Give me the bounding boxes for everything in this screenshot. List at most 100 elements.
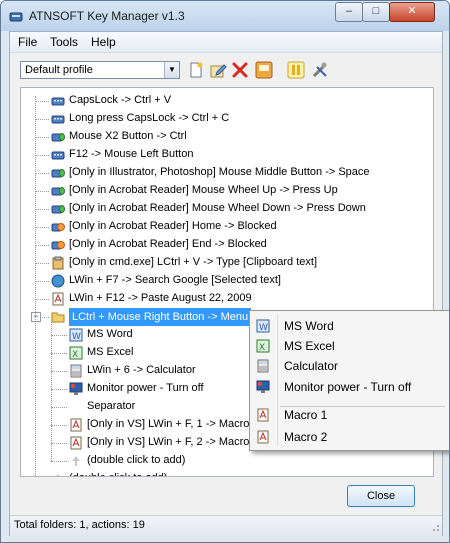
mouse-icon: [51, 184, 65, 198]
excel-icon: X: [69, 346, 83, 360]
tree-item-label-f12-mouse-left-button: F12 -> Mouse Left Button: [69, 148, 194, 160]
tree-item-label-only-in-acrobat-reader-home-blocked: [Only in Acrobat Reader] Home -> Blocked: [69, 220, 277, 232]
close-window-button[interactable]: ✕: [389, 2, 435, 22]
window-title: ATNSOFT Key Manager v1.3: [29, 9, 185, 23]
app-window: ATNSOFT Key Manager v1.3 – □ ✕ File Tool…: [0, 0, 450, 543]
keyboard-icon: [51, 148, 65, 162]
tree-row[interactable]: [Only in Illustrator, Photoshop] Mouse M…: [21, 164, 431, 182]
word-icon: W: [256, 319, 270, 333]
calculator-icon: [69, 364, 83, 378]
tree-row[interactable]: Long press CapsLock -> Ctrl + C: [21, 110, 431, 128]
globe-icon: [51, 274, 65, 288]
tree-item-label-ms-word: MS Word: [87, 328, 133, 340]
tree-row[interactable]: LWin + F12 -> Paste August 22, 2009: [21, 290, 431, 308]
tree-item-label-only-in-vs-lwin-f-2-macro-2: [Only in VS] LWin + F, 2 -> Macro 2: [87, 436, 259, 448]
mouse-icon: [51, 166, 65, 180]
title-bar[interactable]: ATNSOFT Key Manager v1.3 – □ ✕: [1, 1, 449, 31]
popup-item-label: MS Excel: [284, 339, 335, 353]
add-arrow-icon: [69, 454, 83, 468]
tree-item-label-only-in-vs-lwin-f-1-macro-1: [Only in VS] LWin + F, 1 -> Macro 1: [87, 418, 259, 430]
tree-row[interactable]: CapsLock -> Ctrl + V: [21, 92, 431, 110]
popup-item-macro-1[interactable]: Macro 1: [250, 405, 449, 425]
tree-connector: [51, 461, 67, 462]
tree-connector: [35, 173, 49, 174]
text-macro-icon: [69, 418, 83, 432]
tree-connector: [35, 101, 49, 102]
svg-text:W: W: [72, 332, 81, 342]
key-icon[interactable]: [254, 60, 274, 80]
maximize-button[interactable]: □: [362, 2, 390, 22]
menu-tools[interactable]: Tools: [50, 35, 78, 49]
tree-item-label-lwin-f12-paste-august-22-2009: LWin + F12 -> Paste August 22, 2009: [69, 292, 252, 304]
tree-row[interactable]: Mouse X2 Button -> Ctrl: [21, 128, 431, 146]
status-text: Total folders: 1, actions: 19: [14, 519, 145, 531]
toolbar: Default profile ▼: [10, 53, 442, 87]
tree-row[interactable]: [Only in Acrobat Reader] Mouse Wheel Up …: [21, 182, 431, 200]
tree-connector: [51, 353, 67, 354]
chevron-down-icon[interactable]: ▼: [164, 62, 179, 78]
profile-dropdown[interactable]: Default profile ▼: [20, 61, 180, 79]
tree-row[interactable]: LWin + F7 -> Search Google [Selected tex…: [21, 272, 431, 290]
tree-item-label-only-in-acrobat-reader-end-blocked: [Only in Acrobat Reader] End -> Blocked: [69, 238, 267, 250]
svg-text:X: X: [259, 343, 265, 353]
popup-item-label: Calculator: [284, 359, 339, 373]
popup-item-monitor-power-turn-off[interactable]: Monitor power - Turn off: [250, 377, 449, 397]
edit-icon[interactable]: [208, 60, 228, 80]
tree-connector: [35, 227, 49, 228]
minimize-button[interactable]: –: [335, 2, 363, 22]
tree-connector: [35, 191, 49, 192]
tree-row[interactable]: [Only in Acrobat Reader] End -> Blocked: [21, 236, 431, 254]
tree-item-label-separator: Separator: [87, 400, 136, 412]
tree-item-label-long-press-capslock-ctrl-c: Long press CapsLock -> Ctrl + C: [69, 112, 230, 124]
tree-connector: [51, 407, 67, 408]
tree-row[interactable]: [Only in cmd.exe] LCtrl + V -> Type [Cli…: [21, 254, 431, 272]
word-icon: W: [69, 328, 83, 342]
tree-item-label-lwin-f7-search-google-selected-text: LWin + F7 -> Search Google [Selected tex…: [69, 274, 281, 286]
popup-item-label: MS Word: [284, 319, 334, 333]
client-area: File Tools Help Default profile ▼ CapsLo…: [9, 31, 443, 536]
new-item-icon[interactable]: [186, 60, 206, 80]
tree-child-row[interactable]: (double click to add): [21, 452, 431, 470]
collapse-icon[interactable]: −: [31, 312, 41, 322]
text-macro-icon: [256, 430, 270, 444]
monitor-icon: [256, 380, 270, 394]
keyboard-icon: [51, 112, 65, 126]
tree-row[interactable]: [Only in Acrobat Reader] Home -> Blocked: [21, 218, 431, 236]
profile-value: Default profile: [25, 64, 93, 76]
status-bar: Total folders: 1, actions: 19: [10, 515, 442, 536]
tree-item-label-only-in-acrobat-reader-mouse-wheel-up-pr: [Only in Acrobat Reader] Mouse Wheel Up …: [69, 184, 338, 196]
popup-item-ms-excel[interactable]: X MS Excel: [250, 336, 449, 356]
folder-icon: [51, 310, 65, 324]
tree-connector: [35, 119, 49, 120]
delete-icon[interactable]: [230, 60, 250, 80]
menu-help[interactable]: Help: [91, 35, 116, 49]
tree-connector: [51, 371, 67, 372]
tree-item-label-ms-excel: MS Excel: [87, 346, 134, 358]
resize-grip-icon[interactable]: [430, 522, 440, 532]
mouse-icon: [51, 130, 65, 144]
monitor-icon: [69, 382, 83, 396]
tree-connector: [35, 263, 49, 264]
menu-file[interactable]: File: [18, 35, 37, 49]
tree-connector: [35, 245, 49, 246]
tree-row[interactable]: [Only in Acrobat Reader] Mouse Wheel Dow…: [21, 200, 431, 218]
tree-item-label-capslock-ctrl-v: CapsLock -> Ctrl + V: [69, 94, 172, 106]
tree-row[interactable]: (double click to add): [21, 470, 431, 476]
popup-item-calculator[interactable]: Calculator: [250, 356, 449, 376]
app-key-icon: [9, 12, 23, 22]
text-macro-icon: [69, 436, 83, 450]
popup-item-macro-2[interactable]: Macro 2: [250, 427, 449, 447]
popup-item-ms-word[interactable]: W MS Word: [250, 316, 449, 336]
tree-connector: [35, 209, 49, 210]
pause-icon[interactable]: [286, 60, 306, 80]
close-button[interactable]: Close: [347, 485, 415, 507]
popup-item-label: Macro 1: [284, 408, 328, 422]
tree-item-label-only-in-cmd-exe-lctrl-v-type-clipboard-t: [Only in cmd.exe] LCtrl + V -> Type [Cli…: [69, 256, 318, 268]
tree-row[interactable]: F12 -> Mouse Left Button: [21, 146, 431, 164]
settings-tools-icon[interactable]: [310, 60, 330, 80]
popup-item-label: Monitor power - Turn off: [284, 380, 412, 394]
tree-connector: [35, 281, 49, 282]
tree-item-label-double-click-to-add: (double click to add): [87, 454, 186, 466]
tree-child-guide-line: [51, 322, 52, 461]
tree-item-label-lctrl-mouse-right-button-menu: LCtrl + Mouse Right Button -> Menu: [69, 308, 252, 326]
